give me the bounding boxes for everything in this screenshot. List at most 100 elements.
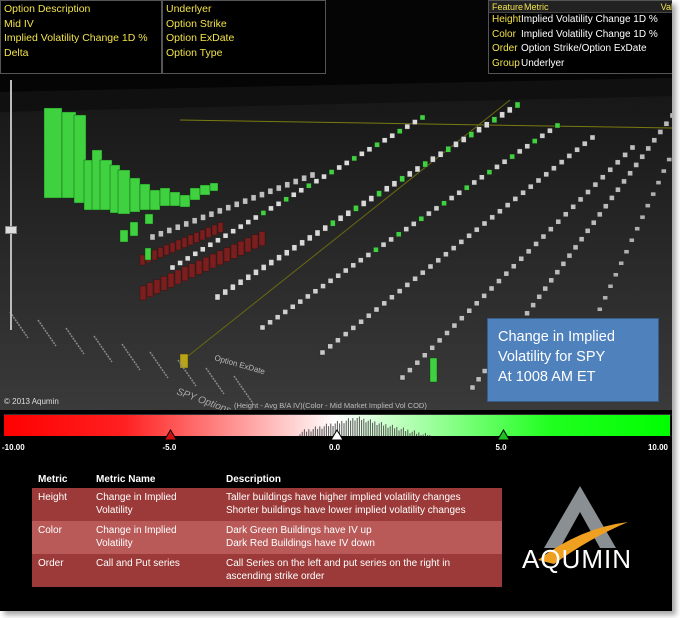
option-building[interactable] xyxy=(167,273,175,288)
option-building[interactable] xyxy=(420,269,426,276)
zoom-slider-track[interactable] xyxy=(10,80,12,330)
field-item[interactable]: Option Type xyxy=(166,46,322,61)
option-building[interactable] xyxy=(609,195,615,201)
option-building[interactable] xyxy=(245,274,251,281)
option-building[interactable] xyxy=(191,217,198,224)
option-building[interactable] xyxy=(403,226,409,232)
option-building[interactable] xyxy=(139,183,151,211)
legend-marker-icon[interactable] xyxy=(163,429,178,441)
option-building[interactable] xyxy=(516,148,523,155)
option-building[interactable] xyxy=(481,293,487,299)
option-building[interactable] xyxy=(342,331,349,337)
option-building[interactable] xyxy=(328,169,335,175)
option-building[interactable] xyxy=(169,191,181,207)
option-building[interactable] xyxy=(466,233,472,239)
option-building[interactable] xyxy=(151,249,158,261)
option-building[interactable] xyxy=(491,116,498,123)
option-building[interactable] xyxy=(189,187,201,201)
option-building[interactable] xyxy=(353,205,359,212)
option-building[interactable] xyxy=(274,314,281,320)
option-building[interactable] xyxy=(358,319,364,325)
option-building[interactable] xyxy=(533,241,539,247)
option-building[interactable] xyxy=(297,298,304,305)
option-building[interactable] xyxy=(459,315,465,321)
option-building[interactable] xyxy=(623,249,630,254)
option-building[interactable] xyxy=(422,160,428,168)
option-building[interactable] xyxy=(351,155,358,162)
option-building[interactable] xyxy=(489,214,495,221)
option-building[interactable] xyxy=(633,162,639,168)
option-building[interactable] xyxy=(418,216,425,222)
option-building[interactable] xyxy=(259,191,265,198)
option-building[interactable] xyxy=(629,144,636,151)
option-building[interactable] xyxy=(435,257,441,264)
option-building[interactable] xyxy=(181,266,189,281)
option-building[interactable] xyxy=(306,182,312,189)
option-building[interactable] xyxy=(639,214,646,220)
option-building[interactable] xyxy=(524,143,530,149)
option-building[interactable] xyxy=(407,367,413,373)
option-building[interactable] xyxy=(592,181,599,188)
option-building[interactable] xyxy=(200,214,206,221)
option-building[interactable] xyxy=(481,220,488,227)
option-building[interactable] xyxy=(634,226,640,231)
option-building[interactable] xyxy=(532,138,538,144)
option-building[interactable] xyxy=(305,293,311,300)
option-building[interactable] xyxy=(129,221,139,237)
option-building[interactable] xyxy=(574,147,580,153)
option-building[interactable] xyxy=(511,263,517,269)
option-building[interactable] xyxy=(117,169,131,215)
option-building[interactable] xyxy=(469,384,476,391)
option-building[interactable] xyxy=(216,250,224,266)
option-building[interactable] xyxy=(365,252,372,258)
option-building[interactable] xyxy=(177,260,183,266)
option-building[interactable] xyxy=(399,374,406,381)
option-building[interactable] xyxy=(223,247,231,262)
option-building[interactable] xyxy=(153,279,161,294)
field-item[interactable]: Implied Volatility Change 1D % xyxy=(4,31,158,46)
option-building[interactable] xyxy=(158,230,164,237)
metric-row[interactable]: Order Option Strike/Option ExDate xyxy=(489,42,672,57)
option-building[interactable] xyxy=(327,343,333,350)
option-building[interactable] xyxy=(468,131,475,138)
option-building[interactable] xyxy=(479,174,485,180)
option-building[interactable] xyxy=(518,256,524,262)
option-building[interactable] xyxy=(614,159,621,166)
option-building[interactable] xyxy=(208,210,215,218)
option-building[interactable] xyxy=(144,247,152,261)
field-item[interactable]: Option ExDate xyxy=(166,31,322,46)
option-building[interactable] xyxy=(627,170,633,176)
option-building[interactable] xyxy=(234,201,240,208)
zoom-slider-thumb[interactable] xyxy=(5,226,17,234)
option-building[interactable] xyxy=(350,325,357,331)
option-building[interactable] xyxy=(335,273,341,279)
option-building[interactable] xyxy=(253,269,259,276)
option-building[interactable] xyxy=(448,195,455,201)
option-building[interactable] xyxy=(484,121,490,128)
field-item[interactable]: Delta xyxy=(4,46,158,61)
option-building[interactable] xyxy=(175,224,181,231)
option-building[interactable] xyxy=(388,236,394,243)
option-building[interactable] xyxy=(373,306,380,313)
option-building[interactable] xyxy=(412,276,418,282)
option-building[interactable] xyxy=(374,142,380,148)
option-building[interactable] xyxy=(613,272,619,277)
option-building[interactable] xyxy=(555,218,562,225)
option-building[interactable] xyxy=(284,249,290,256)
option-building[interactable] xyxy=(217,207,223,215)
option-building[interactable] xyxy=(651,137,658,143)
option-building[interactable] xyxy=(566,153,573,159)
option-building[interactable] xyxy=(572,244,579,251)
option-building[interactable] xyxy=(445,146,451,153)
option-building[interactable] xyxy=(211,224,218,236)
option-building[interactable] xyxy=(441,200,447,206)
option-building[interactable] xyxy=(600,174,606,180)
option-building[interactable] xyxy=(494,164,500,170)
option-building[interactable] xyxy=(433,205,440,212)
option-building[interactable] xyxy=(466,308,472,314)
option-building[interactable] xyxy=(597,211,603,218)
option-building[interactable] xyxy=(460,136,467,143)
option-building[interactable] xyxy=(524,310,530,317)
option-building[interactable] xyxy=(458,239,465,245)
option-building[interactable] xyxy=(395,231,402,237)
